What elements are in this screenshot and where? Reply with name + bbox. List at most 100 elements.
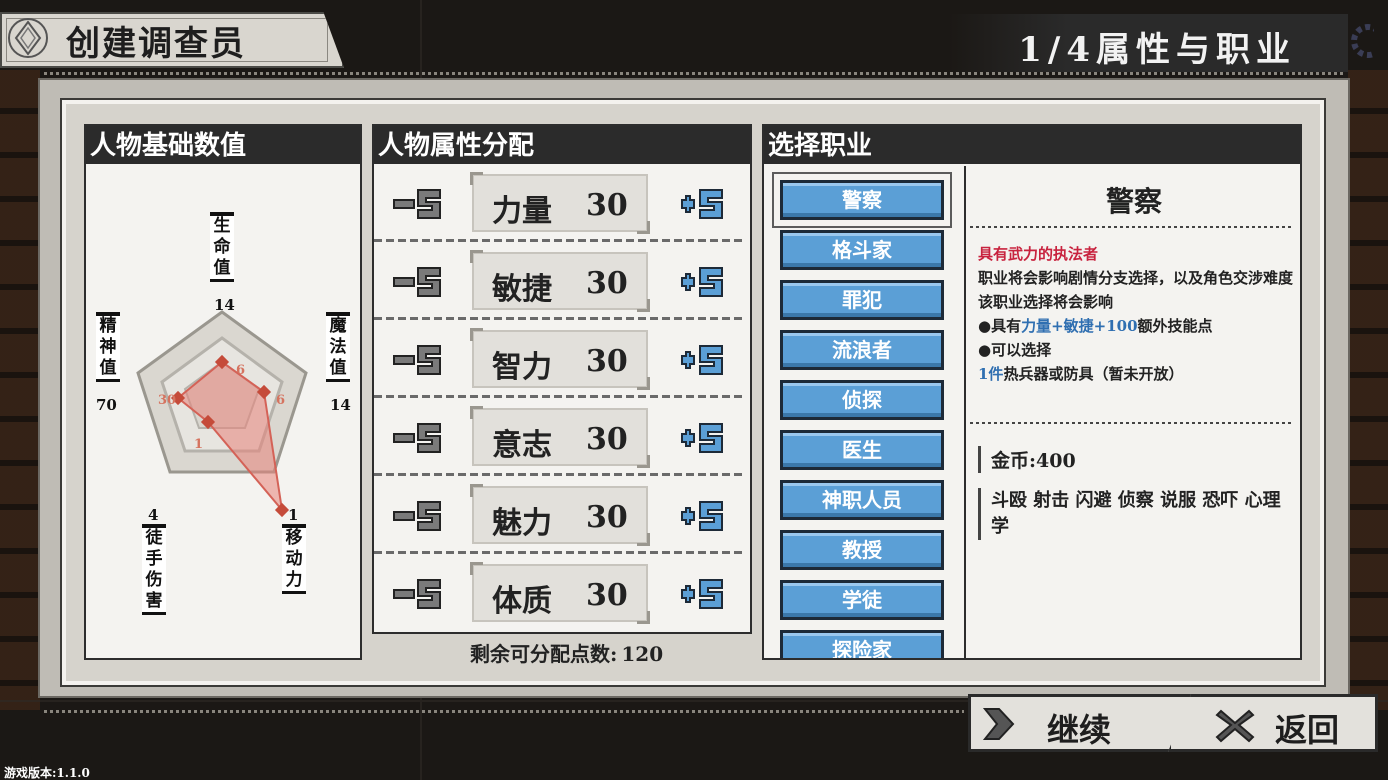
- attribute-name: 体质: [492, 584, 552, 619]
- attribute-row: 体质 30: [374, 554, 746, 630]
- attribute-name: 魅力: [492, 506, 552, 541]
- continue-button[interactable]: 继续: [968, 694, 1194, 752]
- increase-button[interactable]: [674, 266, 726, 298]
- attribute-value: 30: [586, 500, 628, 535]
- vertex-value-hp: 14: [214, 296, 235, 314]
- vertex-label-unarmed: 徒手伤害: [142, 524, 166, 615]
- attribute-value-box: 力量 30: [470, 172, 650, 234]
- decrease-button[interactable]: [392, 344, 444, 376]
- job-desc-line2: 该职业选择将会影响: [978, 293, 1114, 311]
- decrease-button[interactable]: [392, 422, 444, 454]
- x-icon: [1215, 709, 1255, 743]
- attribute-value-box: 敏捷 30: [470, 250, 650, 312]
- game-version: 游戏版本:1.1.0: [4, 766, 90, 780]
- attribute-row: 魅力 30: [374, 476, 746, 554]
- attribute-value: 30: [586, 344, 628, 379]
- vertex-value-mp: 14: [330, 396, 351, 414]
- job-button[interactable]: 医生: [780, 430, 944, 470]
- decrease-button[interactable]: [392, 500, 444, 532]
- vertex-value-move: 1: [288, 506, 299, 524]
- bonus-highlight: 力量+敏捷+100: [1021, 317, 1138, 335]
- increase-button[interactable]: [674, 500, 726, 532]
- base-stats-panel: 人物基础数值 6 6 30 1 生命值 14 魔法值 14 1 移动力 4 徒手…: [84, 124, 362, 660]
- gear-icon: [1351, 24, 1374, 58]
- equip-highlight: 1件: [978, 365, 1004, 383]
- job-skills: 斗殴 射击 闪避 侦察 说服 恐吓 心理学: [978, 488, 1296, 540]
- attribute-name: 力量: [492, 194, 552, 229]
- job-bonus-line: ●具有力量+敏捷+100额外技能点: [978, 314, 1296, 338]
- attribute-row: 敏捷 30: [374, 242, 746, 320]
- chevron-right-icon: [982, 708, 1015, 740]
- job-list[interactable]: 警察 格斗家罪犯流浪者侦探医生神职人员教授学徒探险家: [770, 170, 960, 658]
- job-tagline: 具有武力的执法者: [978, 245, 1099, 263]
- remaining-points-label: 剩余可分配点数:: [470, 642, 618, 666]
- attribute-value-box: 体质 30: [470, 562, 650, 624]
- attribute-name: 意志: [492, 428, 552, 463]
- radar-inner-label-top: 6: [236, 363, 245, 378]
- radar-inner-label-lower-left: 1: [194, 437, 203, 452]
- dashed-divider: [970, 422, 1294, 424]
- job-gold: 金币:400: [978, 446, 1296, 473]
- vertex-value-sanity: 70: [96, 396, 117, 414]
- vertex-label-mp: 魔法值: [326, 312, 350, 382]
- attribute-value-box: 智力 30: [470, 328, 650, 390]
- dashed-divider: [970, 226, 1294, 228]
- bonus-suffix: 额外技能点: [1137, 317, 1213, 335]
- equip-suffix: 热兵器或防具（暂未开放）: [1003, 365, 1184, 383]
- attribute-value: 30: [586, 422, 628, 457]
- job-button[interactable]: 格斗家: [780, 230, 944, 270]
- dotted-divider-top: [44, 72, 1344, 75]
- page-title: 创建调查员: [66, 24, 246, 64]
- diamond-logo-icon: [8, 18, 48, 58]
- job-select-title: 选择职业: [764, 126, 1300, 164]
- attribute-value: 30: [586, 188, 628, 223]
- vertex-value-unarmed: 4: [148, 506, 159, 524]
- job-select-line: ●可以选择: [978, 341, 1052, 359]
- job-button[interactable]: 罪犯: [780, 280, 944, 320]
- back-label: 返回: [1275, 711, 1340, 749]
- job-button[interactable]: 探险家: [780, 630, 944, 658]
- job-equip-line: 1件热兵器或防具（暂未开放）: [978, 362, 1296, 386]
- attribute-row: 力量 30: [374, 164, 746, 242]
- radar-inner-label-right: 6: [276, 393, 285, 408]
- increase-button[interactable]: [674, 188, 726, 220]
- dotted-divider-bottom: [44, 710, 964, 713]
- bonus-prefix: ●具有: [978, 317, 1022, 335]
- attribute-row: 智力 30: [374, 320, 746, 398]
- attribute-row: 意志 30: [374, 398, 746, 476]
- vertex-label-hp: 生命值: [210, 212, 234, 282]
- vertex-label-move: 移动力: [282, 524, 306, 594]
- decrease-button[interactable]: [392, 188, 444, 220]
- job-button[interactable]: 侦探: [780, 380, 944, 420]
- job-button[interactable]: 流浪者: [780, 330, 944, 370]
- attribute-allocation-title: 人物属性分配: [374, 126, 750, 164]
- job-button[interactable]: 教授: [780, 530, 944, 570]
- remaining-points-value: 120: [621, 642, 664, 666]
- decrease-button[interactable]: [392, 578, 444, 610]
- job-button[interactable]: 神职人员: [780, 480, 944, 520]
- attribute-name: 智力: [492, 350, 552, 385]
- continue-label: 继续: [1047, 711, 1112, 749]
- job-button[interactable]: 警察: [772, 172, 952, 228]
- job-select-panel: 选择职业 警察 格斗家 罪犯 流浪者 侦探 医生 神职人员 教授 学徒 探险家 警察 具有武力的执…: [762, 124, 1302, 660]
- increase-button[interactable]: [674, 422, 726, 454]
- increase-button[interactable]: [674, 344, 726, 376]
- attribute-value-box: 意志 30: [470, 406, 650, 468]
- vertex-label-sanity: 精神值: [96, 312, 120, 382]
- job-desc-line1: 职业将会影响剧情分支选择，以及角色交涉难度: [978, 269, 1294, 287]
- increase-button[interactable]: [674, 578, 726, 610]
- job-description: 具有武力的执法者 职业将会影响剧情分支选择，以及角色交涉难度 该职业选择将会影响…: [978, 242, 1296, 386]
- decrease-button[interactable]: [392, 266, 444, 298]
- base-stats-title: 人物基础数值: [86, 126, 360, 164]
- job-detail: 警察 具有武力的执法者 职业将会影响剧情分支选择，以及角色交涉难度 该职业选择将…: [968, 166, 1300, 660]
- remaining-points: 剩余可分配点数: 120: [466, 638, 663, 667]
- back-button[interactable]: 返回: [1168, 694, 1378, 752]
- radar-inner-label-left: 30: [158, 393, 176, 408]
- attribute-value: 30: [586, 578, 628, 613]
- job-button[interactable]: 学徒: [780, 580, 944, 620]
- attribute-value-box: 魅力 30: [470, 484, 650, 546]
- step-indicator: 1/4属性与职业: [1018, 30, 1296, 70]
- job-detail-title: 警察: [1105, 185, 1162, 218]
- job-panel-divider: [964, 166, 966, 660]
- attribute-name: 敏捷: [492, 272, 552, 307]
